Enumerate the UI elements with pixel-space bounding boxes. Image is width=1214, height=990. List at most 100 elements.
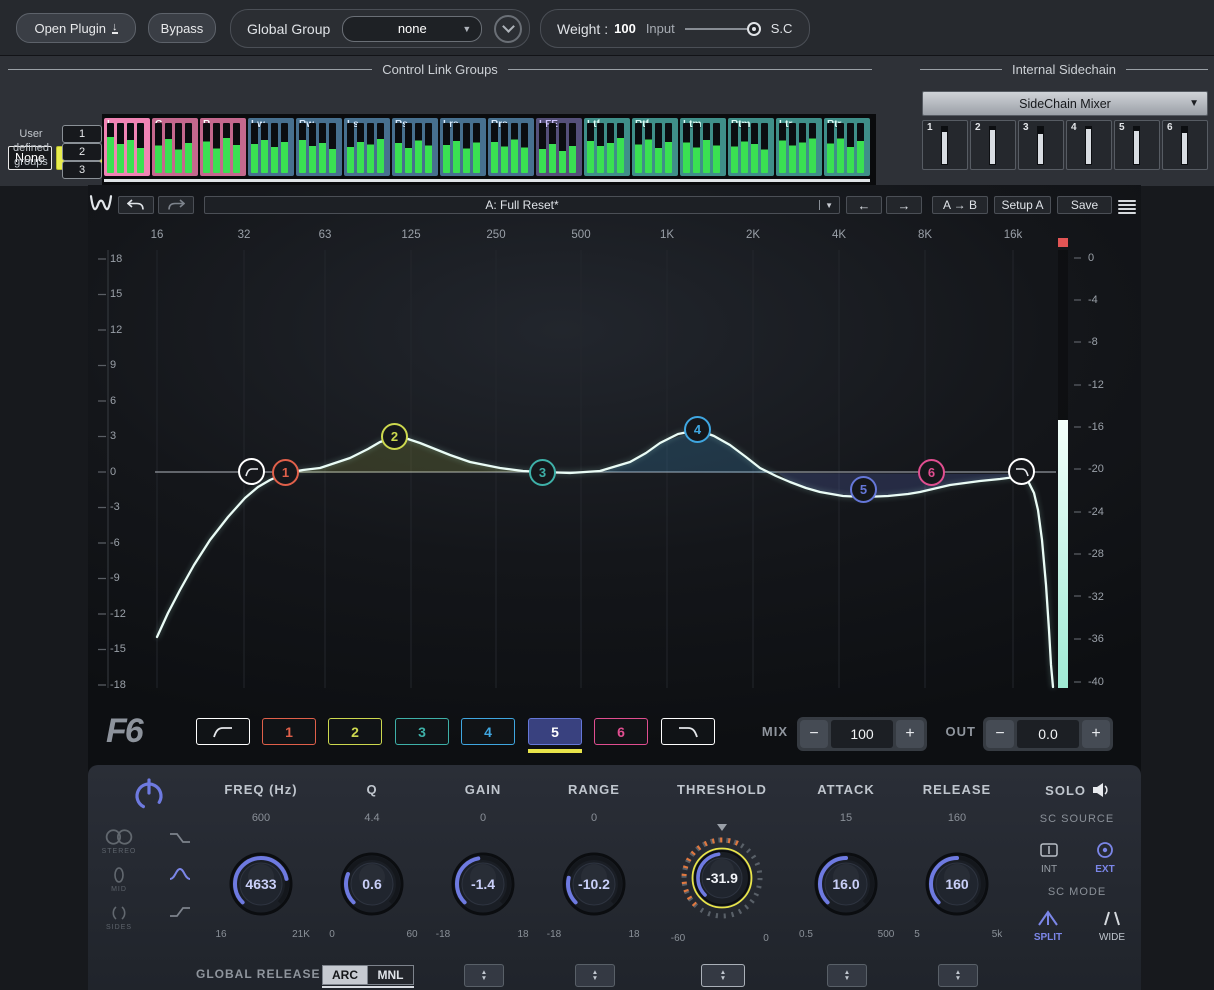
lpf-node[interactable] — [1008, 458, 1035, 485]
mnl-button[interactable]: MNL — [368, 965, 414, 985]
split-label[interactable]: SPLIT — [1028, 932, 1068, 943]
waves-logo-icon — [88, 194, 114, 214]
channel-Rs[interactable]: Rs — [392, 118, 438, 176]
slider-thumb[interactable] — [747, 22, 761, 36]
out-value[interactable]: 0.0 — [1017, 720, 1079, 748]
channel-Ltf[interactable]: Ltf — [584, 118, 630, 176]
wide-label[interactable]: WIDE — [1092, 932, 1132, 943]
channel-R[interactable]: R — [200, 118, 246, 176]
int-label[interactable]: INT — [1036, 864, 1062, 875]
setup-a-button[interactable]: Setup A — [994, 196, 1051, 214]
release-stepper[interactable]: ▲▼ — [938, 964, 978, 987]
mix-minus-button[interactable]: − — [800, 720, 828, 748]
gain-max: 18 — [506, 929, 540, 940]
band-5-button-selected[interactable]: 5 — [528, 718, 582, 745]
gain-stepper[interactable]: ▲▼ — [464, 964, 504, 987]
channel-Rw[interactable]: Rw — [296, 118, 342, 176]
preset-dropdown-arrow-icon[interactable]: ▼ — [825, 201, 833, 210]
channel-Rrs[interactable]: Rrs — [488, 118, 534, 176]
highpass-icon — [212, 725, 234, 739]
channel-Lw[interactable]: Lw — [248, 118, 294, 176]
out-minus-button[interactable]: − — [986, 720, 1014, 748]
channel-L[interactable]: L — [104, 118, 150, 176]
sidechain-meter-6[interactable]: 6 — [1162, 120, 1208, 170]
band-2-button[interactable]: 2 — [328, 718, 382, 745]
band-1-node[interactable]: 1 — [272, 459, 299, 486]
sc-mode-split-icon-selected[interactable] — [1036, 908, 1060, 928]
band-5-node[interactable]: 5 — [850, 476, 877, 503]
open-plugin-button[interactable]: Open Plugin ↓ — [16, 13, 136, 43]
hpf-button[interactable] — [196, 718, 250, 745]
sc-source-ext-icon-selected[interactable] — [1094, 840, 1116, 860]
redo-button[interactable] — [158, 196, 194, 214]
mix-value[interactable]: 100 — [831, 720, 893, 748]
menu-button[interactable] — [1118, 198, 1136, 216]
sidechain-meter-5[interactable]: 5 — [1114, 120, 1160, 170]
user-group-1-button[interactable]: 1 — [62, 125, 102, 143]
channel-Ltm[interactable]: Ltm — [680, 118, 726, 176]
band-6-node[interactable]: 6 — [918, 459, 945, 486]
meter-db-label: -28 — [1088, 548, 1122, 560]
channel-C[interactable]: C — [152, 118, 198, 176]
range-value[interactable]: -10.2 — [554, 876, 634, 892]
ab-compare-button[interactable]: A → B — [932, 196, 988, 214]
save-button[interactable]: Save — [1057, 196, 1112, 214]
band-6-button[interactable]: 6 — [594, 718, 648, 745]
band-3-node[interactable]: 3 — [529, 459, 556, 486]
sidechain-meter-2[interactable]: 2 — [970, 120, 1016, 170]
release-value[interactable]: 160 — [917, 876, 997, 892]
channel-Ltr[interactable]: Ltr — [776, 118, 822, 176]
range-stepper[interactable]: ▲▼ — [575, 964, 615, 987]
band-4-button[interactable]: 4 — [461, 718, 515, 745]
arc-button-selected[interactable]: ARC — [322, 965, 368, 985]
prev-preset-button[interactable]: ← — [846, 196, 882, 214]
sidechain-mixer-dropdown[interactable]: SideChain Mixer ▼ — [922, 91, 1208, 116]
shelf-filter-type-icon[interactable] — [168, 830, 192, 846]
undo-button[interactable] — [118, 196, 154, 214]
freq-value[interactable]: 4633 — [221, 876, 301, 892]
lpf-button[interactable] — [661, 718, 715, 745]
sides-icon[interactable] — [105, 904, 133, 922]
sidechain-meter-4[interactable]: 4 — [1066, 120, 1112, 170]
power-button[interactable] — [131, 776, 167, 814]
channel-Ls[interactable]: Ls — [344, 118, 390, 176]
sc-mode-wide-icon[interactable] — [1100, 908, 1124, 928]
threshold-stepper[interactable]: ▲▼ — [701, 964, 745, 987]
band-3-button[interactable]: 3 — [395, 718, 449, 745]
channel-Lrs[interactable]: Lrs — [440, 118, 486, 176]
preset-bar[interactable]: A: Full Reset* ▼ — [204, 196, 840, 214]
input-label: Input — [646, 21, 675, 36]
hpf-node[interactable] — [238, 458, 265, 485]
shelf-filter-type-icon-2[interactable] — [168, 904, 192, 920]
q-value[interactable]: 0.6 — [332, 876, 412, 892]
global-group-dropdown[interactable]: none ▼ — [342, 16, 482, 42]
channel-LFE[interactable]: LFE — [536, 118, 582, 176]
gain-value[interactable]: -1.4 — [443, 876, 523, 892]
bell-filter-type-icon-selected[interactable] — [168, 866, 192, 882]
sc-source-int-icon[interactable] — [1038, 840, 1060, 860]
solo-speaker-icon[interactable] — [1092, 782, 1112, 798]
channel-Rtf[interactable]: Rtf — [632, 118, 678, 176]
threshold-value[interactable]: -31.9 — [682, 870, 762, 886]
attack-value[interactable]: 16.0 — [806, 876, 886, 892]
mid-icon[interactable] — [107, 866, 131, 884]
user-group-3-button[interactable]: 3 — [62, 161, 102, 179]
band-4-node[interactable]: 4 — [684, 416, 711, 443]
group-expand-button[interactable] — [494, 15, 522, 43]
user-group-2-button[interactable]: 2 — [62, 143, 102, 161]
channel-Rtr[interactable]: Rtr — [824, 118, 870, 176]
sidechain-meter-3[interactable]: 3 — [1018, 120, 1064, 170]
attack-stepper[interactable]: ▲▼ — [827, 964, 867, 987]
sidechain-meter-1[interactable]: 1 — [922, 120, 968, 170]
bypass-button[interactable]: Bypass — [148, 13, 216, 43]
stereo-icon[interactable] — [102, 828, 136, 846]
channel-Rtm[interactable]: Rtm — [728, 118, 774, 176]
ext-label[interactable]: EXT — [1092, 864, 1118, 875]
out-plus-button[interactable]: + — [1082, 720, 1110, 748]
weight-slider[interactable] — [685, 28, 757, 30]
q-linked-value: 4.4 — [332, 812, 412, 824]
band-1-button[interactable]: 1 — [262, 718, 316, 745]
weight-value[interactable]: 100 — [614, 21, 636, 36]
next-preset-button[interactable]: → — [886, 196, 922, 214]
band-2-node[interactable]: 2 — [381, 423, 408, 450]
